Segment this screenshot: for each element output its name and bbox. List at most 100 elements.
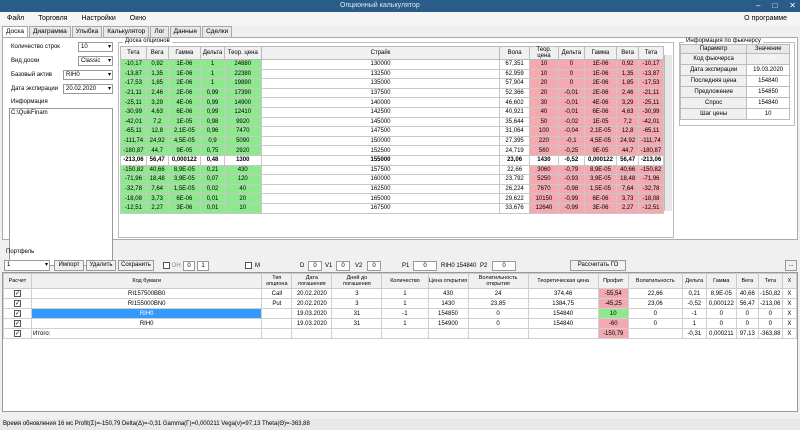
board-cell[interactable]: 12,8 xyxy=(145,126,169,137)
board-row[interactable]: -21,11 2,46 2E-06 0,99 17390 137500 52,366 20 -0… xyxy=(120,87,664,99)
board-cell[interactable]: 8,9E-05 xyxy=(167,164,202,176)
board-cell[interactable]: 0,99 xyxy=(200,97,225,108)
board-cell[interactable]: 4,5E-05 xyxy=(167,135,202,147)
board-cell[interactable]: 140000 xyxy=(260,97,501,108)
portfolio-cell[interactable]: X xyxy=(781,298,798,309)
board-cell[interactable]: -65,11 xyxy=(120,126,147,137)
board-cell[interactable]: 2,46 xyxy=(145,87,169,99)
board-cell[interactable]: 1E-06 xyxy=(167,59,202,70)
board-cell[interactable]: 24,92 xyxy=(145,135,169,147)
board-cell[interactable]: 46,602 xyxy=(499,97,530,108)
board-cell[interactable]: 0,02 xyxy=(200,183,225,195)
board-cell[interactable]: 4,63 xyxy=(145,106,169,118)
board-cell[interactable]: -25,11 xyxy=(120,97,147,108)
board-cell[interactable]: 0,92 xyxy=(145,59,169,70)
board-cell[interactable]: 430 xyxy=(223,164,262,176)
board-cell[interactable]: 2,27 xyxy=(616,202,640,214)
delete-button[interactable]: Удалить xyxy=(86,260,116,271)
board-header-cell[interactable]: Теор. цена xyxy=(528,46,560,60)
dh-value1[interactable]: 0 xyxy=(183,261,195,271)
tab-diagram[interactable]: Диаграмма xyxy=(28,26,71,37)
board-cell[interactable]: -30,99 xyxy=(120,106,147,118)
board-cell[interactable]: -71,96 xyxy=(638,174,664,185)
board-row[interactable]: -17,53 1,85 2E-06 1 19890 135000 57,904 20 0 2E-0… xyxy=(120,78,664,89)
portfolio-header-cell[interactable]: Расчет xyxy=(2,273,33,289)
board-cell[interactable]: -25,11 xyxy=(638,97,664,108)
board-cell[interactable]: 44,7 xyxy=(616,145,640,156)
board-cell[interactable]: 22,66 xyxy=(499,164,530,176)
board-cell[interactable]: 5250 xyxy=(528,174,560,185)
board-cell[interactable]: -180,87 xyxy=(120,145,147,156)
board-cell[interactable]: 3,73 xyxy=(616,193,640,204)
portfolio-cell[interactable]: RI157500BB0 xyxy=(31,288,263,299)
portfolio-header-cell[interactable]: Гамма xyxy=(705,273,737,289)
board-cell[interactable]: 0,01 xyxy=(200,193,225,204)
board-header-cell[interactable]: Тета xyxy=(120,46,147,60)
portfolio-header-cell[interactable]: Тип опциона xyxy=(261,273,293,289)
board-cell[interactable]: 157500 xyxy=(260,164,501,176)
board-cell[interactable]: -10,17 xyxy=(638,59,664,70)
board-cell[interactable]: 0,99 xyxy=(200,106,225,118)
portfolio-cell[interactable]: X xyxy=(781,328,798,339)
dh-value2[interactable]: 1 xyxy=(197,261,209,271)
calc-checkbox-cell[interactable]: ✓ xyxy=(2,288,33,299)
board-cell[interactable]: 2,27 xyxy=(145,202,169,214)
portfolio-row[interactable]: ✓ RI157500BB0 Call 20.02.2020 3 1 430 24 374,46-… xyxy=(2,288,798,299)
portfolio-header-cell[interactable]: Теоретическая цена xyxy=(527,273,599,289)
board-cell[interactable]: 0,99 xyxy=(200,87,225,99)
board-cell[interactable]: 8,9E-05 xyxy=(583,164,618,176)
board-cell[interactable]: -150,82 xyxy=(120,164,147,176)
board-cell[interactable]: 7,2 xyxy=(145,116,169,128)
board-row[interactable]: -180,87 44,7 9E-05 0,75 2920 152500 24,719 560-… xyxy=(120,145,664,156)
maximize-icon[interactable]: □ xyxy=(772,1,777,10)
board-cell[interactable]: 4,63 xyxy=(616,106,640,118)
board-cell[interactable]: 1,85 xyxy=(616,78,640,89)
save-button[interactable]: Сохранить xyxy=(118,260,154,271)
board-cell[interactable]: 0 xyxy=(558,68,585,80)
board-cell[interactable]: 18,48 xyxy=(616,174,640,185)
board-cell[interactable]: 56,47 xyxy=(145,154,169,166)
p1-input[interactable]: 0 xyxy=(413,261,437,271)
board-cell[interactable]: 3E-06 xyxy=(167,202,202,214)
board-cell[interactable]: 167500 xyxy=(260,202,501,214)
board-cell[interactable]: 26,224 xyxy=(499,183,530,195)
board-cell[interactable]: -0,99 xyxy=(558,202,585,214)
tab-calculator[interactable]: Калькулятор xyxy=(103,26,150,37)
portfolio-header-cell[interactable]: Дельта xyxy=(681,273,707,289)
portfolio-header-cell[interactable]: Волатильность xyxy=(627,273,683,289)
board-cell[interactable]: 155000 xyxy=(260,154,501,166)
more-button[interactable]: ... xyxy=(785,260,797,271)
board-cell[interactable]: 9E-05 xyxy=(583,145,618,156)
board-cell[interactable]: 120 xyxy=(223,174,262,185)
portfolio-select[interactable]: 1 ▾ xyxy=(4,260,50,271)
portfolio-cell[interactable]: X xyxy=(781,308,798,319)
portfolio-header-cell[interactable]: Тета xyxy=(757,273,783,289)
board-cell[interactable]: 2E-06 xyxy=(167,78,202,89)
board-cell[interactable]: 12410 xyxy=(223,106,262,118)
board-cell[interactable]: 1E-06 xyxy=(167,68,202,80)
info-textarea[interactable]: C:\QuikFinam xyxy=(9,108,113,266)
calc-checkbox[interactable]: ✓ xyxy=(14,300,22,307)
board-cell[interactable]: -0,79 xyxy=(558,164,585,176)
board-row[interactable]: -150,82 40,66 8,9E-05 0,21 430 157500 22,66 306… xyxy=(120,164,664,176)
board-cell[interactable]: 0,98 xyxy=(200,116,225,128)
board-row[interactable]: -42,01 7,2 1E-05 0,98 9920 145000 35,644 50 -0,0… xyxy=(120,116,664,128)
board-header-cell[interactable]: Вола xyxy=(499,46,530,60)
board-cell[interactable]: 14900 xyxy=(223,97,262,108)
portfolio-header-cell[interactable]: Волатильность открытия xyxy=(467,273,529,289)
board-cell[interactable]: 220 xyxy=(528,135,560,147)
board-cell[interactable]: 4,5E-05 xyxy=(583,135,618,147)
portfolio-cell[interactable]: RIH0 xyxy=(31,308,263,319)
board-cell[interactable]: -13,87 xyxy=(120,68,147,80)
board-cell[interactable]: 57,904 xyxy=(499,78,530,89)
board-cell[interactable]: 12,8 xyxy=(616,126,640,137)
board-cell[interactable]: 150000 xyxy=(260,135,501,147)
board-cell[interactable]: 52,366 xyxy=(499,87,530,99)
board-scrollbar[interactable] xyxy=(664,55,672,211)
portfolio-row[interactable]: ✓ Итого: -150,79 -0,31 0,000211 97,13 -363,88 X xyxy=(2,328,798,339)
board-cell[interactable]: 40,66 xyxy=(616,164,640,176)
board-cell[interactable]: 0,75 xyxy=(200,145,225,156)
board-cell[interactable]: -18,08 xyxy=(120,193,147,204)
portfolio-header-cell[interactable]: Вега xyxy=(735,273,759,289)
board-cell[interactable]: 152500 xyxy=(260,145,501,156)
